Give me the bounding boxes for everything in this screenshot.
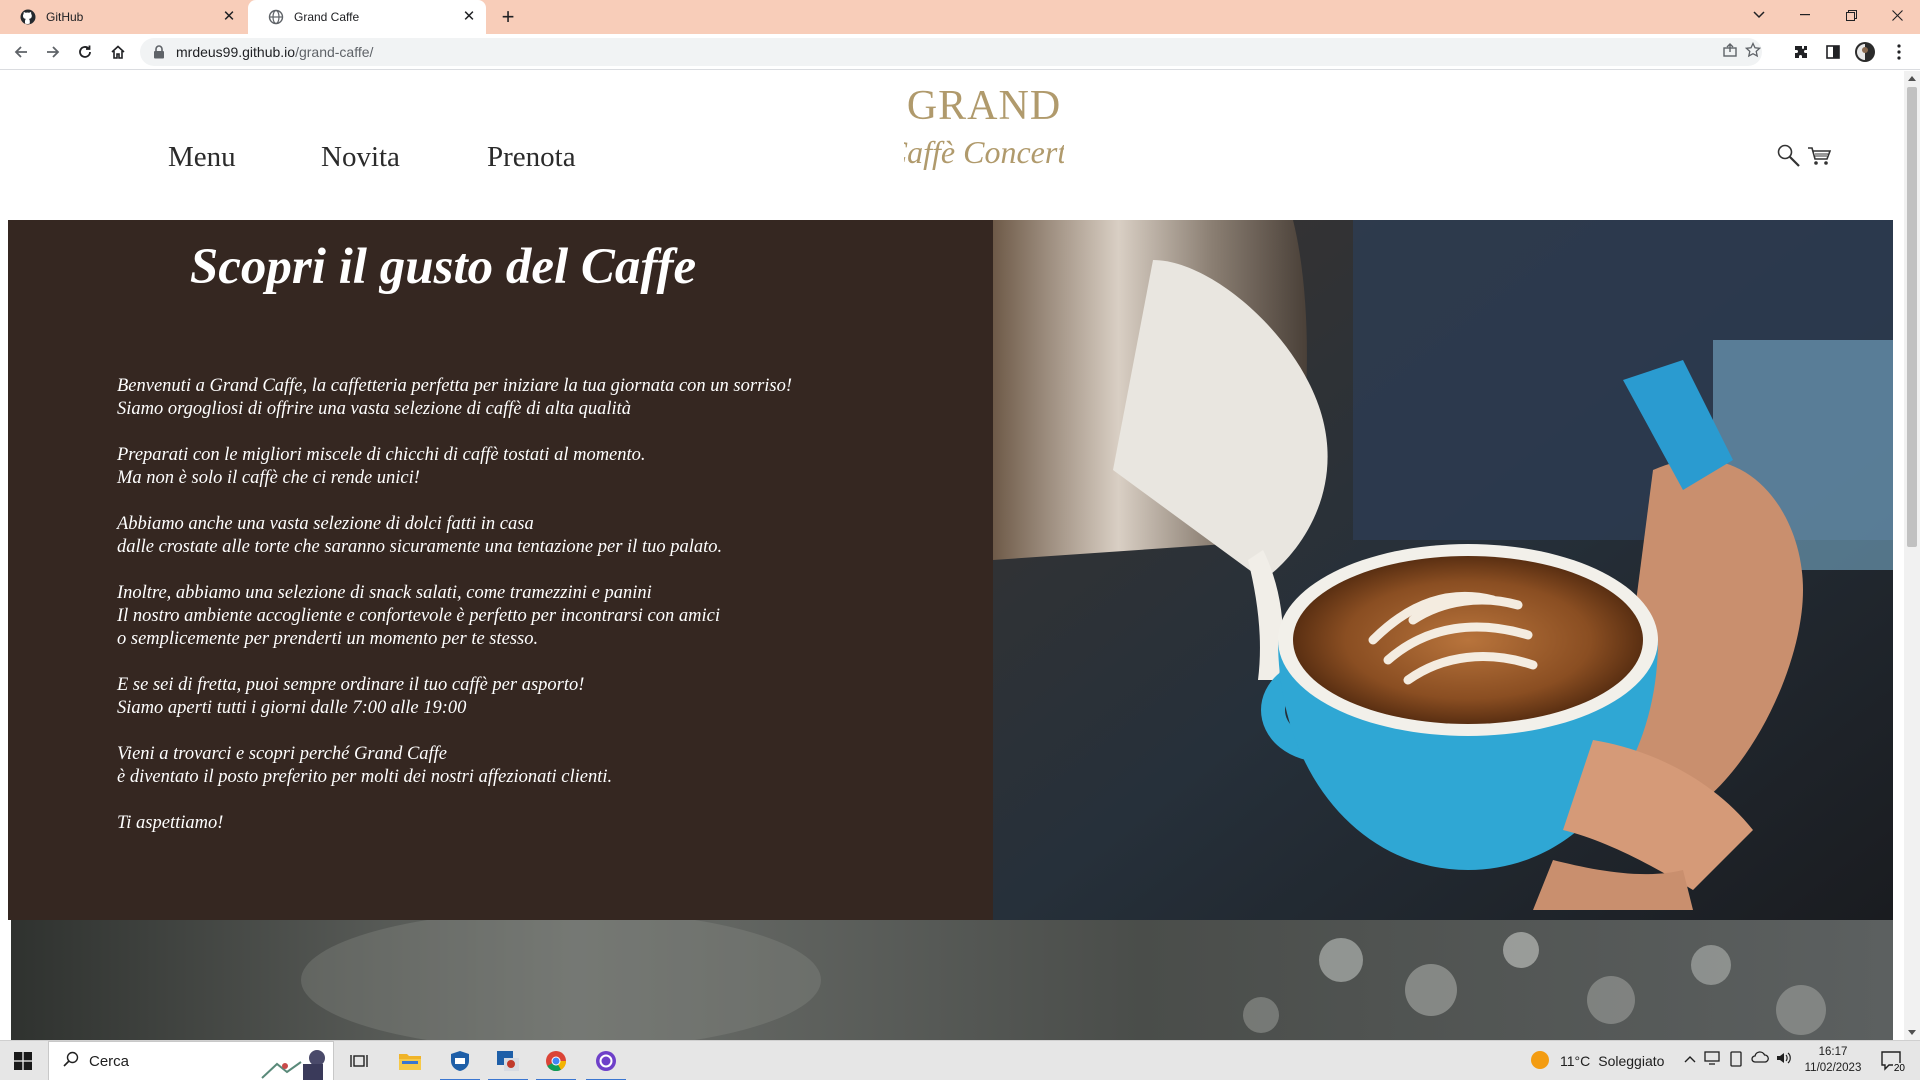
hero-text-panel: Scopri il gusto del Caffe Benvenuti a Gr… — [8, 220, 993, 920]
restore-icon[interactable] — [1828, 0, 1874, 30]
hero-paragraph: Benvenuti a Grand Caffe, la caffetteria … — [117, 375, 967, 421]
search-icon[interactable] — [1776, 143, 1802, 169]
cappuccino-latte-art-image — [993, 220, 1893, 920]
close-window-icon[interactable] — [1874, 0, 1920, 30]
chrome-icon[interactable] — [532, 1041, 580, 1080]
weather-widget[interactable]: 11°C Soleggiato — [1530, 1041, 1664, 1080]
lock-icon — [153, 45, 167, 59]
forward-arrow-icon[interactable] — [40, 39, 66, 65]
share-icon[interactable] — [1720, 42, 1740, 62]
weather-description: Soleggiato — [1598, 1053, 1665, 1069]
close-tab-icon[interactable]: ✕ — [220, 8, 238, 26]
hero-title: Scopri il gusto del Caffe — [189, 239, 697, 295]
minimize-icon[interactable] — [1782, 0, 1828, 30]
hero-paragraph: Ti aspettiamo! — [117, 812, 967, 835]
weather-temperature: 11°C — [1560, 1053, 1591, 1069]
search-icon — [63, 1051, 79, 1071]
search-highlight-illustration-icon — [257, 1044, 327, 1080]
hero-paragraph-line: è diventato il posto preferito per molti… — [117, 767, 613, 787]
github-desktop-icon[interactable] — [582, 1041, 630, 1080]
hero-paragraph: E se sei di fretta, puoi sempre ordinare… — [117, 674, 967, 720]
hero-paragraph-line: Siamo orgogliosi di offrire una vasta se… — [117, 399, 632, 419]
address-bar[interactable]: mrdeus99.github.io/grand-caffe/ — [140, 38, 1762, 66]
tab-title: Grand Caffe — [294, 10, 360, 24]
coffee-steam-background-image — [11, 920, 1893, 1040]
hero-paragraph-line: Vieni a trovarci e scopri perché Grand C… — [117, 744, 448, 764]
task-view-icon[interactable] — [344, 1041, 374, 1080]
close-tab-icon[interactable]: ✕ — [460, 8, 478, 26]
url-path: /grand-caffe/ — [295, 44, 374, 60]
hero-paragraph-line: Inoltre, abbiamo una selezione di snack … — [117, 583, 652, 603]
scroll-thumb[interactable] — [1907, 87, 1917, 547]
hero-paragraph-line: o semplicemente per prenderti un momento… — [117, 629, 539, 649]
network-cloud-icon[interactable] — [1750, 1051, 1770, 1066]
hero-paragraph-line: Siamo aperti tutti i giorni dalle 7:00 a… — [117, 698, 467, 718]
page-scrollbar[interactable] — [1904, 71, 1920, 1040]
notification-center-icon[interactable]: 20 — [1872, 1041, 1912, 1080]
file-explorer-icon[interactable] — [386, 1041, 434, 1080]
security-shield-icon[interactable] — [436, 1041, 484, 1080]
nav-prenota[interactable]: Prenota — [487, 141, 576, 174]
browser-toolbar: mrdeus99.github.io/grand-caffe/ — [0, 34, 1920, 70]
tab-strip: GitHub ✕ Grand Caffe ✕ + — [0, 0, 1920, 34]
show-hidden-icons-chevron-icon[interactable] — [1680, 1051, 1700, 1066]
scroll-up-arrow-icon[interactable] — [1908, 76, 1916, 81]
back-arrow-icon[interactable] — [8, 39, 34, 65]
extensions-icon[interactable] — [1788, 39, 1814, 65]
sun-icon — [1530, 1050, 1550, 1073]
tab-title: GitHub — [46, 10, 84, 24]
scroll-down-arrow-icon[interactable] — [1908, 1030, 1916, 1035]
taskbar-search-box[interactable]: Cerca — [48, 1041, 334, 1080]
profile-avatar[interactable] — [1852, 39, 1878, 65]
hero-paragraph-line: Benvenuti a Grand Caffe, la caffetteria … — [117, 376, 793, 396]
hero-description: Benvenuti a Grand Caffe, la caffetteria … — [117, 375, 967, 858]
tab-grand-caffe[interactable]: Grand Caffe ✕ — [248, 0, 486, 34]
hero-paragraph-line: Preparati con le migliori miscele di chi… — [117, 445, 646, 465]
hero-paragraph: Inoltre, abbiamo una selezione di snack … — [117, 582, 967, 651]
new-tab-button[interactable]: + — [494, 5, 522, 29]
hero-paragraph-line: dalle crostate alle torte che saranno si… — [117, 537, 723, 557]
search-placeholder: Cerca — [89, 1052, 130, 1070]
nav-novita[interactable]: Novita — [321, 141, 400, 174]
github-icon — [20, 9, 36, 25]
bookmark-star-icon[interactable] — [1743, 41, 1763, 62]
hero-paragraph: Abbiamo anche una vasta selezione di dol… — [117, 513, 967, 559]
hero-paragraph-line: Ti aspettiamo! — [117, 813, 224, 833]
hero-paragraph: Vieni a trovarci e scopri perché Grand C… — [117, 743, 967, 789]
clock-date: 11/02/2023 — [1804, 1062, 1862, 1074]
clock-time: 16:17 — [1818, 1046, 1848, 1058]
hero-paragraph-line: Ma non è solo il caffè che ci rende unic… — [117, 468, 420, 488]
cart-icon[interactable] — [1806, 143, 1832, 169]
logo-line1: GRAND — [907, 83, 1061, 129]
logo[interactable]: GRAND Caffè Concerto — [886, 81, 1082, 181]
globe-icon — [268, 9, 284, 25]
menu-kebab-icon[interactable] — [1886, 39, 1912, 65]
tab-search-icon[interactable] — [1736, 0, 1782, 30]
tablet-icon[interactable] — [1726, 1051, 1746, 1070]
side-panel-icon[interactable] — [1820, 39, 1846, 65]
page-viewport: Menu Novita Prenota GRAND Caffè Concerto… — [0, 71, 1904, 1040]
system-clock[interactable]: 16:17 11/02/2023 — [1798, 1044, 1868, 1076]
tab-github[interactable]: GitHub ✕ — [0, 0, 246, 34]
reload-icon[interactable] — [72, 39, 98, 65]
volume-icon[interactable] — [1774, 1051, 1794, 1068]
windows-start-icon[interactable] — [0, 1041, 46, 1080]
hero-paragraph-line: Abbiamo anche una vasta selezione di dol… — [117, 514, 534, 534]
logo-line2: Caffè Concerto — [904, 134, 1064, 170]
nav-menu[interactable]: Menu — [168, 141, 236, 174]
hero-paragraph: Preparati con le migliori miscele di chi… — [117, 444, 967, 490]
display-icon[interactable] — [1702, 1051, 1722, 1068]
windows-taskbar: Cerca 11°C Soleggiato 16:17 11/02/2023 2… — [0, 1040, 1920, 1080]
hero-paragraph-line: E se sei di fretta, puoi sempre ordinare… — [117, 675, 585, 695]
home-icon[interactable] — [105, 39, 131, 65]
url-host: mrdeus99.github.io — [176, 44, 296, 60]
notification-count-badge: 20 — [1892, 1063, 1906, 1074]
dev-tool-app-icon[interactable] — [484, 1041, 532, 1080]
hero-paragraph-line: Il nostro ambiente accogliente e confort… — [117, 606, 720, 626]
